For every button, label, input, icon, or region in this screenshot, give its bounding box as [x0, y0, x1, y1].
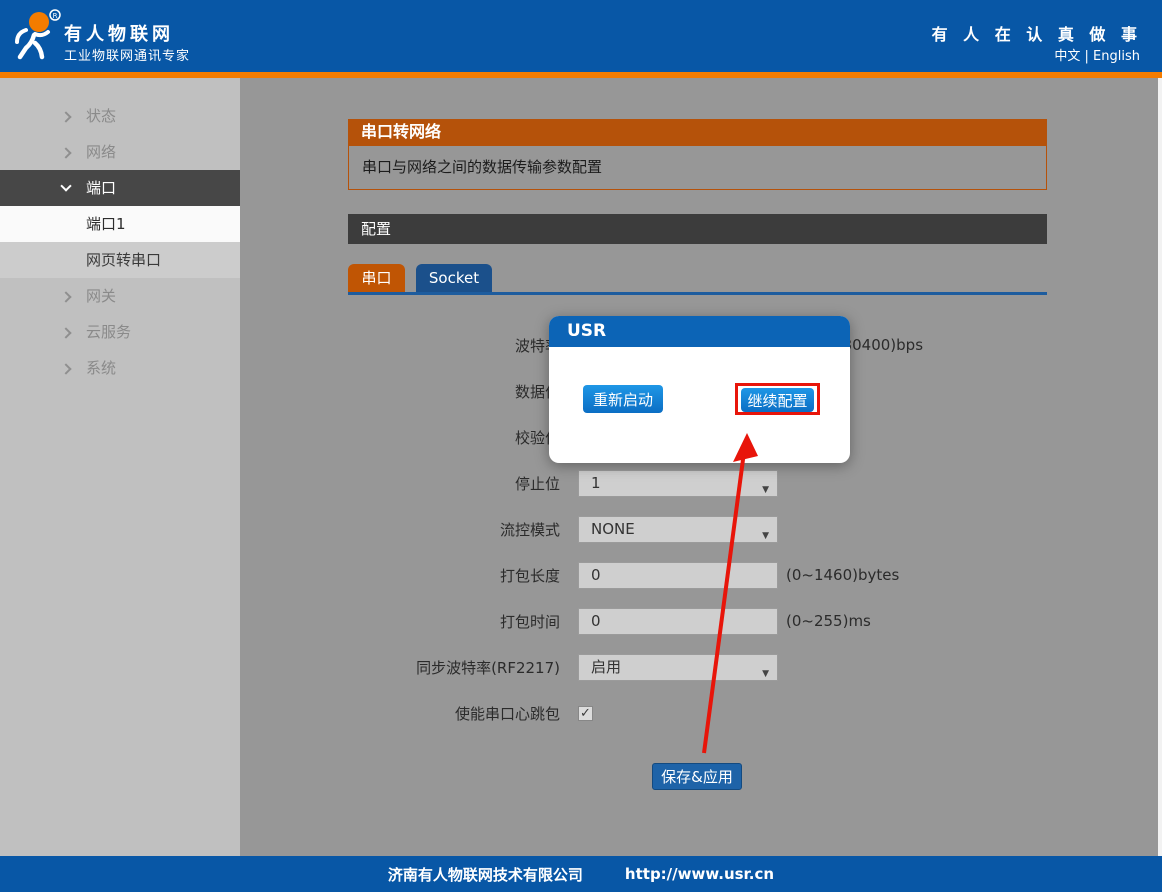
form-row-syncbaud: 同步波特率(RF2217) 启用▼ — [348, 644, 1047, 690]
sidebar-item-label: 云服务 — [86, 323, 131, 341]
footer-company: 济南有人物联网技术有限公司 — [388, 864, 583, 885]
sidebar-item-label: 网关 — [86, 287, 116, 305]
page-title-panel: 串口转网络 串口与网络之间的数据传输参数配置 — [348, 119, 1047, 190]
language-switcher[interactable]: 中文 | English — [1054, 45, 1140, 64]
packlength-hint: (0~1460)bytes — [786, 566, 899, 584]
form-row-flowcontrol: 流控模式 NONE▼ — [348, 506, 1047, 552]
form-row-packtime: 打包时间 0 (0~255)ms — [348, 598, 1047, 644]
packtime-label: 打包时间 — [348, 611, 560, 632]
sidebar-subitem-web-to-serial[interactable]: 网页转串口 — [0, 242, 240, 278]
svg-text:R: R — [53, 12, 58, 20]
sidebar-item-gateway[interactable]: 网关 — [0, 278, 240, 314]
stopbits-select[interactable]: 1▼ — [578, 470, 778, 497]
page-footer: 济南有人物联网技术有限公司 http://www.usr.cn — [0, 856, 1162, 892]
app-header: R 有人物联网 工业物联网通讯专家 有 人 在 认 真 做 事 中文 | Eng… — [0, 0, 1162, 78]
header-tagline: 有 人 在 认 真 做 事 — [932, 21, 1142, 45]
sidebar-item-label: 端口 — [86, 179, 116, 197]
sidebar-item-label: 系统 — [86, 359, 116, 377]
restart-button[interactable]: 重新启动 — [583, 385, 663, 413]
sidebar-item-status[interactable]: 状态 — [0, 98, 240, 134]
sidebar-nav: 状态 网络 端口 端口1 网页转串口 网关 云服务 系统 — [0, 78, 240, 856]
flowcontrol-select[interactable]: NONE▼ — [578, 516, 778, 543]
form-row-stopbits: 停止位 1▼ — [348, 460, 1047, 506]
chevron-right-icon — [60, 111, 71, 122]
chevron-right-icon — [60, 363, 71, 374]
tab-socket[interactable]: Socket — [416, 264, 492, 292]
flowcontrol-label: 流控模式 — [348, 519, 560, 540]
stopbits-label: 停止位 — [348, 473, 560, 494]
modal-title: USR — [549, 316, 850, 347]
usr-modal-dialog: USR 重新启动 继续配置 — [549, 316, 850, 463]
sidebar-item-port[interactable]: 端口 — [0, 170, 240, 206]
sidebar-item-network[interactable]: 网络 — [0, 134, 240, 170]
sidebar-item-label: 网络 — [86, 143, 116, 161]
dropdown-arrow-icon: ▼ — [762, 662, 769, 687]
page: R 有人物联网 工业物联网通讯专家 有 人 在 认 真 做 事 中文 | Eng… — [0, 0, 1162, 892]
tab-underline — [348, 292, 1047, 295]
chevron-right-icon — [60, 327, 71, 338]
section-header-config: 配置 — [348, 214, 1047, 244]
packlength-label: 打包长度 — [348, 565, 560, 586]
syncbaud-label: 同步波特率(RF2217) — [348, 657, 560, 678]
form-row-heartbeat: 使能串口心跳包 ✓ — [348, 690, 1047, 736]
sidebar-subitem-port1[interactable]: 端口1 — [0, 206, 240, 242]
packtime-hint: (0~255)ms — [786, 612, 871, 630]
chevron-right-icon — [60, 291, 71, 302]
sidebar-item-cloud[interactable]: 云服务 — [0, 314, 240, 350]
sidebar-item-label: 状态 — [86, 107, 116, 125]
packtime-input[interactable]: 0 — [578, 608, 778, 635]
check-icon: ✓ — [580, 706, 591, 721]
baudrate-label: 波特率 — [348, 335, 560, 356]
chevron-right-icon — [60, 147, 71, 158]
heartbeat-checkbox[interactable]: ✓ — [578, 706, 593, 721]
dropdown-arrow-icon: ▼ — [762, 478, 769, 503]
parity-label: 校验位 — [348, 427, 560, 448]
sidebar-item-system[interactable]: 系统 — [0, 350, 240, 386]
tab-bar: 串口 Socket — [348, 264, 1047, 292]
tab-serial[interactable]: 串口 — [348, 264, 405, 292]
footer-url[interactable]: http://www.usr.cn — [625, 865, 774, 883]
databits-label: 数据位 — [348, 381, 560, 402]
heartbeat-label: 使能串口心跳包 — [348, 703, 560, 724]
form-row-packlength: 打包长度 0 (0~1460)bytes — [348, 552, 1047, 598]
dropdown-arrow-icon: ▼ — [762, 524, 769, 549]
save-apply-button[interactable]: 保存&应用 — [652, 763, 742, 790]
page-description: 串口与网络之间的数据传输参数配置 — [349, 146, 1046, 190]
chevron-down-icon — [60, 180, 71, 191]
packlength-input[interactable]: 0 — [578, 562, 778, 589]
save-row: 保存&应用 — [652, 763, 1047, 790]
page-title: 串口转网络 — [348, 119, 1047, 146]
continue-config-button[interactable]: 继续配置 — [741, 388, 814, 412]
usr-logo-icon: R — [8, 8, 64, 66]
brand-slogan: 工业物联网通讯专家 — [64, 45, 190, 64]
brand-title: 有人物联网 — [64, 20, 174, 46]
syncbaud-select[interactable]: 启用▼ — [578, 654, 778, 681]
scrollbar-track[interactable] — [1158, 78, 1162, 856]
